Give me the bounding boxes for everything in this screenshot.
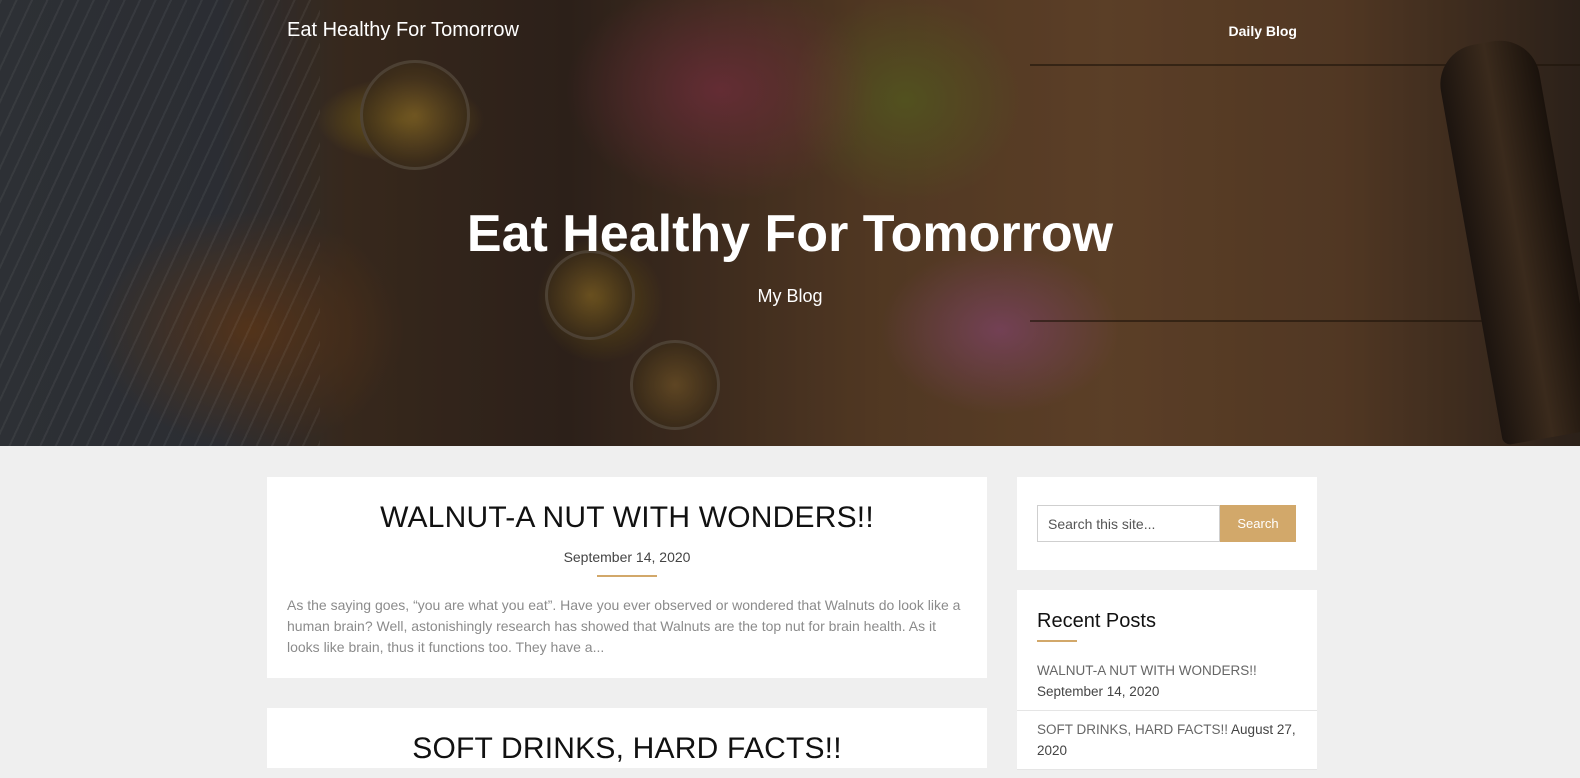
nav-link-daily-blog[interactable]: Daily Blog bbox=[1229, 23, 1297, 39]
recent-posts-title: Recent Posts bbox=[1037, 610, 1156, 632]
post-card: SOFT DRINKS, HARD FACTS!! bbox=[267, 708, 987, 768]
recent-post-date: September 14, 2020 bbox=[1037, 684, 1160, 699]
pepper-bowl-image bbox=[360, 60, 470, 170]
search-button[interactable]: Search bbox=[1220, 505, 1296, 542]
post-divider bbox=[597, 575, 657, 577]
post-date: September 14, 2020 bbox=[563, 549, 691, 565]
hero-banner: Eat Healthy For Tomorrow Daily Blog Eat … bbox=[0, 0, 1580, 446]
recent-posts-widget: Recent Posts WALNUT-A NUT WITH WONDERS!!… bbox=[1017, 590, 1317, 770]
recent-post-link[interactable]: WALNUT-A NUT WITH WONDERS!! bbox=[1037, 663, 1257, 678]
site-name-link[interactable]: Eat Healthy For Tomorrow bbox=[287, 19, 519, 42]
hero-title: Eat Healthy For Tomorrow bbox=[466, 205, 1114, 263]
recent-posts-divider bbox=[1037, 640, 1077, 642]
hero-subtitle: My Blog bbox=[757, 286, 823, 306]
post-title: SOFT DRINKS, HARD FACTS!! bbox=[267, 708, 987, 766]
top-navigation: Eat Healthy For Tomorrow Daily Blog bbox=[0, 0, 1580, 62]
recent-post-link[interactable]: SOFT DRINKS, HARD FACTS!! bbox=[1037, 722, 1228, 737]
list-item: WALNUT-A NUT WITH WONDERS!! September 14… bbox=[1017, 660, 1317, 711]
post-card: WALNUT-A NUT WITH WONDERS!! September 14… bbox=[267, 477, 987, 678]
recent-posts-list: WALNUT-A NUT WITH WONDERS!! September 14… bbox=[1017, 660, 1317, 778]
post-title: WALNUT-A NUT WITH WONDERS!! bbox=[267, 477, 987, 535]
sauce-bowl-image bbox=[630, 340, 720, 430]
list-item: SOFT DRINKS, HARD FACTS!! August 27, 202… bbox=[1017, 719, 1317, 770]
search-widget: Search bbox=[1017, 477, 1317, 570]
post-excerpt: As the saying goes, “you are what you ea… bbox=[287, 597, 961, 655]
search-input[interactable] bbox=[1037, 505, 1220, 542]
post-title-link[interactable]: WALNUT-A NUT WITH WONDERS!! bbox=[380, 501, 874, 534]
post-title-link[interactable]: SOFT DRINKS, HARD FACTS!! bbox=[412, 732, 842, 765]
